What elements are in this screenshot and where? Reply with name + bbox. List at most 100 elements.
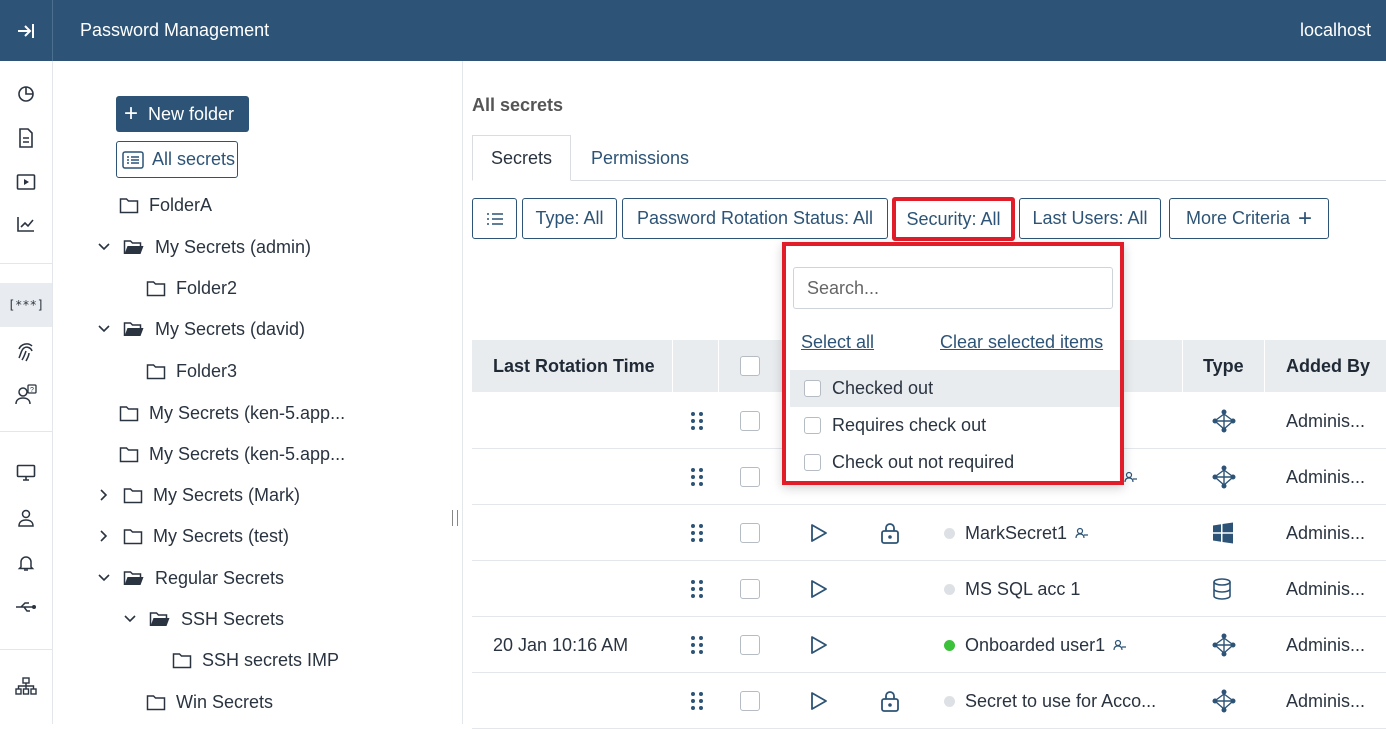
tree-item-ssh-secrets[interactable]: SSH Secrets: [123, 604, 284, 634]
play-icon[interactable]: [810, 617, 828, 673]
view-toggle-button[interactable]: [472, 198, 517, 239]
chevron-down-icon[interactable]: [97, 243, 111, 251]
play-icon[interactable]: [810, 561, 828, 617]
type-filter[interactable]: Type: All: [522, 198, 617, 239]
select-all-checkbox[interactable]: [740, 340, 760, 392]
list-view-icon: [486, 212, 503, 225]
security-filter[interactable]: Security: All: [892, 197, 1015, 241]
row-checkbox[interactable]: [740, 449, 760, 505]
secret-name[interactable]: MarkSecret1: [944, 505, 1089, 561]
usb-icon: [16, 602, 36, 612]
chevron-down-icon[interactable]: [97, 325, 111, 333]
tree-item-my-secrets-ken-1[interactable]: My Secrets (ken-5.app...: [119, 398, 345, 428]
table-row[interactable]: 20 Jan 10:16 AM Onboarded user1 Adminis.…: [472, 617, 1386, 673]
lock-icon: [880, 505, 900, 561]
database-type-icon: [1212, 561, 1232, 617]
folder-open-icon: [123, 239, 145, 256]
network-type-icon: [1212, 393, 1236, 449]
security-filter-dropdown: Select all Clear selected items Checked …: [782, 242, 1124, 485]
fingerprint-icon: [18, 343, 33, 362]
secret-name[interactable]: Secret to use for Acco...: [944, 673, 1156, 729]
rail-fingerprint[interactable]: [0, 335, 52, 367]
arrow-right-to-line-icon: [18, 23, 34, 38]
chevron-down-icon[interactable]: [97, 574, 111, 582]
col-added-by[interactable]: Added By: [1286, 340, 1370, 392]
tree-item-my-secrets-admin[interactable]: My Secrets (admin): [97, 232, 311, 262]
drag-handle-icon[interactable]: [690, 449, 704, 505]
rail-user-requests[interactable]: ?: [0, 379, 52, 411]
bell-icon: [17, 556, 35, 571]
rail-reports[interactable]: [0, 208, 52, 240]
chevron-right-icon[interactable]: [97, 530, 111, 542]
secret-name[interactable]: MS SQL acc 1: [944, 561, 1080, 617]
play-icon[interactable]: [810, 505, 828, 561]
list-icon: [122, 150, 144, 169]
chevron-right-icon[interactable]: [97, 489, 111, 501]
last-users-filter[interactable]: Last Users: All: [1019, 198, 1161, 239]
col-type[interactable]: Type: [1203, 340, 1244, 392]
tree-item-regular-secrets[interactable]: Regular Secrets: [97, 563, 284, 593]
tree-item-folder2[interactable]: Folder2: [146, 273, 237, 303]
drag-handle-icon[interactable]: [690, 393, 704, 449]
drag-handle-icon[interactable]: [690, 505, 704, 561]
tree-item-my-secrets-test[interactable]: My Secrets (test): [97, 521, 289, 551]
new-folder-button[interactable]: + New folder: [116, 96, 249, 132]
rail-organization[interactable]: [0, 670, 52, 702]
row-checkbox[interactable]: [740, 617, 760, 673]
row-checkbox[interactable]: [740, 561, 760, 617]
user-question-icon: ?: [15, 384, 37, 405]
tab-permissions[interactable]: Permissions: [572, 135, 708, 181]
clear-selected-link[interactable]: Clear selected items: [940, 332, 1103, 353]
status-dot: [944, 527, 955, 539]
play-icon[interactable]: [810, 673, 828, 729]
panel-resize-handle[interactable]: [452, 510, 458, 526]
select-all-link[interactable]: Select all: [801, 332, 874, 353]
folder-tree-panel: + New folder All secrets FolderA My Secr…: [53, 61, 463, 724]
tab-secrets[interactable]: Secrets: [472, 135, 571, 181]
rail-dashboard[interactable]: [0, 78, 52, 110]
option-requires-check-out[interactable]: Requires check out: [790, 407, 1120, 444]
secret-name[interactable]: Onboarded user1: [944, 617, 1127, 673]
tree-item-folder3[interactable]: Folder3: [146, 356, 237, 386]
rotation-status-filter[interactable]: Password Rotation Status: All: [622, 198, 888, 239]
folder-icon: [146, 363, 166, 380]
owner-icon: [1124, 449, 1138, 505]
rail-secrets[interactable]: [***]: [0, 283, 52, 327]
table-row[interactable]: Secret to use for Acco... Adminis...: [472, 673, 1386, 729]
row-checkbox[interactable]: [740, 505, 760, 561]
rail-notifications[interactable]: [0, 547, 52, 579]
rail-users[interactable]: [0, 502, 52, 534]
tree-item-my-secrets-mark[interactable]: My Secrets (Mark): [97, 480, 300, 510]
rail-sessions[interactable]: [0, 166, 52, 198]
rail-documents[interactable]: [0, 122, 52, 154]
tree-item-my-secrets-david[interactable]: My Secrets (david): [97, 314, 305, 344]
folder-icon: [172, 652, 192, 669]
option-checkbox[interactable]: [804, 417, 821, 434]
table-row[interactable]: MarkSecret1 Adminis...: [472, 505, 1386, 561]
col-last-rotation[interactable]: Last Rotation Time: [493, 340, 655, 392]
expand-sidebar-button[interactable]: [0, 0, 53, 61]
tree-item-win-secrets[interactable]: Win Secrets: [146, 687, 273, 717]
tree-item-my-secrets-ken-2[interactable]: My Secrets (ken-5.app...: [119, 439, 345, 469]
network-type-icon: [1212, 673, 1236, 729]
more-criteria-button[interactable]: More Criteria +: [1169, 198, 1329, 239]
chevron-down-icon[interactable]: [123, 615, 137, 623]
row-checkbox[interactable]: [740, 673, 760, 729]
all-secrets-button[interactable]: All secrets: [116, 141, 238, 178]
option-check-out-not-required[interactable]: Check out not required: [790, 444, 1120, 481]
option-checkbox[interactable]: [804, 380, 821, 397]
folder-open-icon: [149, 611, 171, 628]
drag-handle-icon[interactable]: [690, 673, 704, 729]
dropdown-search-input[interactable]: [793, 267, 1113, 309]
table-row[interactable]: MS SQL acc 1 Adminis...: [472, 561, 1386, 617]
tree-item-foldera[interactable]: FolderA: [119, 190, 212, 220]
rail-integrations[interactable]: [0, 591, 52, 623]
drag-handle-icon[interactable]: [690, 617, 704, 673]
rail-devices[interactable]: [0, 457, 52, 489]
tree-item-ssh-secrets-imp[interactable]: SSH secrets IMP: [172, 645, 339, 675]
option-checkbox[interactable]: [804, 454, 821, 471]
row-checkbox[interactable]: [740, 393, 760, 449]
drag-handle-icon[interactable]: [690, 561, 704, 617]
option-checked-out[interactable]: Checked out: [790, 370, 1120, 407]
breadcrumb: All secrets: [472, 95, 564, 115]
